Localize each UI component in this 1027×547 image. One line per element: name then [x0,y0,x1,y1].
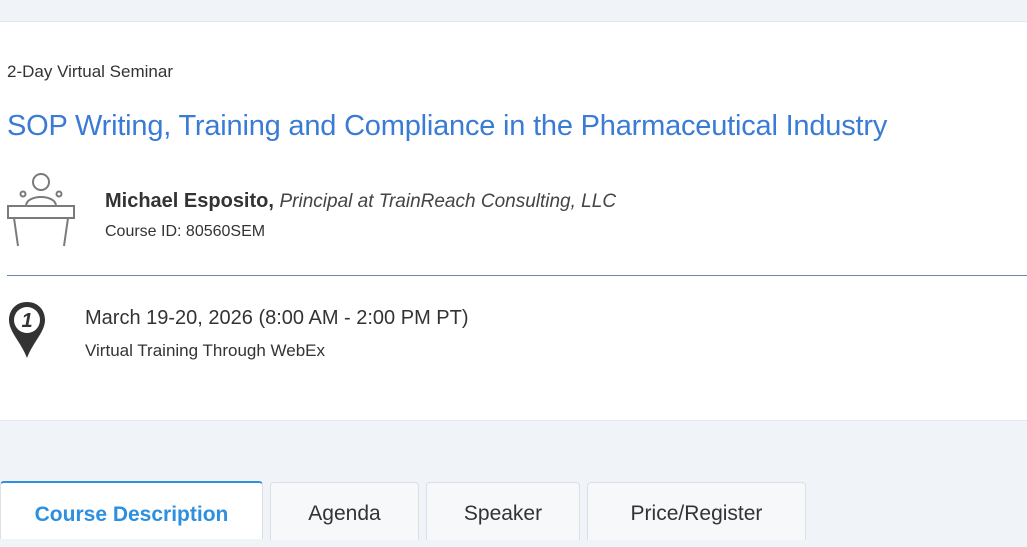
event-title: SOP Writing, Training and Compliance in … [7,110,888,142]
location-pin-icon: 1 [9,302,45,358]
presenter-icon [7,173,75,247]
section-divider [7,275,1027,276]
top-strip [0,0,1027,22]
event-venue: Virtual Training Through WebEx [85,341,326,360]
tab-agenda[interactable]: Agenda [270,482,419,540]
event-format: 2-Day Virtual Seminar [7,62,173,81]
tab-course-description[interactable]: Course Description [0,481,263,539]
speaker-name[interactable]: Michael Esposito, [105,190,274,212]
tab-speaker[interactable]: Speaker [426,482,580,540]
tab-price-register[interactable]: Price/Register [587,482,806,540]
speaker-line: Michael Esposito, Principal at TrainReac… [105,190,616,213]
event-date: March 19-20, 2026 (8:00 AM - 2:00 PM PT) [85,307,469,329]
course-id: Course ID: 80560SEM [105,223,266,240]
speaker-role: Principal at TrainReach Consulting, LLC [279,191,617,212]
pin-number: 1 [21,310,32,332]
